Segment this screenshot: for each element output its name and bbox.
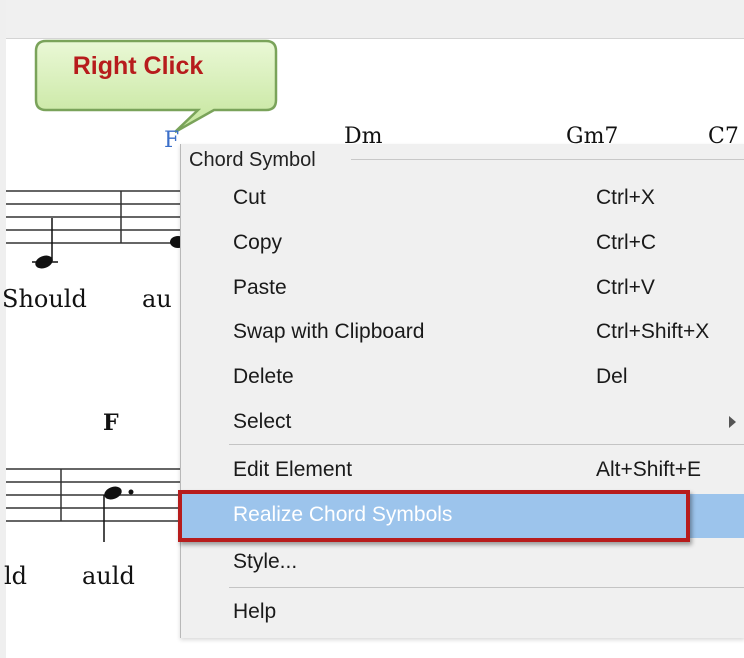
menu-item-label: Cut xyxy=(233,186,266,209)
menu-item-edit-element[interactable]: Edit Element Alt+Shift+E xyxy=(181,449,744,493)
menu-separator xyxy=(229,587,744,588)
menu-item-shortcut: Del xyxy=(596,365,628,388)
menu-separator xyxy=(229,444,744,445)
menu-item-realize-chord-symbols[interactable]: Realize Chord Symbols xyxy=(181,494,744,538)
menu-item-label: Copy xyxy=(233,231,283,254)
menu-item-label: Delete xyxy=(233,365,294,388)
menu-item-shortcut: Ctrl+X xyxy=(596,186,655,209)
staff-system-1 xyxy=(6,190,180,244)
chord-symbol[interactable]: F xyxy=(103,410,119,436)
note-3[interactable] xyxy=(102,484,134,542)
menu-item-label: Paste xyxy=(233,276,287,299)
menu-item-label: Help xyxy=(233,600,277,623)
context-menu: Chord Symbol Cut Ctrl+X Copy Ctrl+C Past… xyxy=(180,144,744,638)
menu-title-divider xyxy=(351,159,744,160)
menu-item-label: Select xyxy=(233,410,292,433)
menu-item-label: Swap with Clipboard xyxy=(233,320,425,343)
menu-item-copy[interactable]: Copy Ctrl+C xyxy=(181,222,744,266)
lyric: auld xyxy=(82,562,135,590)
submenu-arrow-icon xyxy=(729,416,736,428)
callout-text: Right Click xyxy=(72,52,204,80)
chord-symbol[interactable]: Dm xyxy=(344,124,383,146)
menu-item-delete[interactable]: Delete Del xyxy=(181,356,744,400)
note-1[interactable] xyxy=(32,218,58,271)
chord-symbol[interactable]: C7 xyxy=(708,124,739,146)
menu-item-label: Style... xyxy=(233,550,298,573)
menu-item-shortcut: Alt+Shift+E xyxy=(596,458,702,481)
menu-item-cut[interactable]: Cut Ctrl+X xyxy=(181,177,744,221)
lyric: ld xyxy=(4,562,28,590)
menu-item-shortcut: Ctrl+C xyxy=(596,231,657,254)
staff-system-2 xyxy=(6,468,180,522)
lyric: au xyxy=(142,285,172,313)
menu-item-help[interactable]: Help xyxy=(181,591,744,635)
menu-item-swap-with-clipboard[interactable]: Swap with Clipboard Ctrl+Shift+X xyxy=(181,311,744,355)
menu-item-shortcut: Ctrl+Shift+X xyxy=(596,320,710,343)
chord-symbol[interactable]: Gm7 xyxy=(566,124,618,146)
menu-item-select[interactable]: Select xyxy=(181,401,744,445)
menu-item-label: Edit Element xyxy=(233,458,353,481)
menu-item-shortcut: Ctrl+V xyxy=(596,276,655,299)
menu-item-paste[interactable]: Paste Ctrl+V xyxy=(181,267,744,311)
lyric: Should xyxy=(2,285,87,313)
window-top-bar xyxy=(0,0,744,39)
chord-symbol-selected[interactable]: F xyxy=(164,128,179,153)
menu-item-label: Realize Chord Symbols xyxy=(233,503,453,526)
menu-title: Chord Symbol xyxy=(189,149,324,172)
menu-item-style[interactable]: Style... xyxy=(181,541,744,585)
